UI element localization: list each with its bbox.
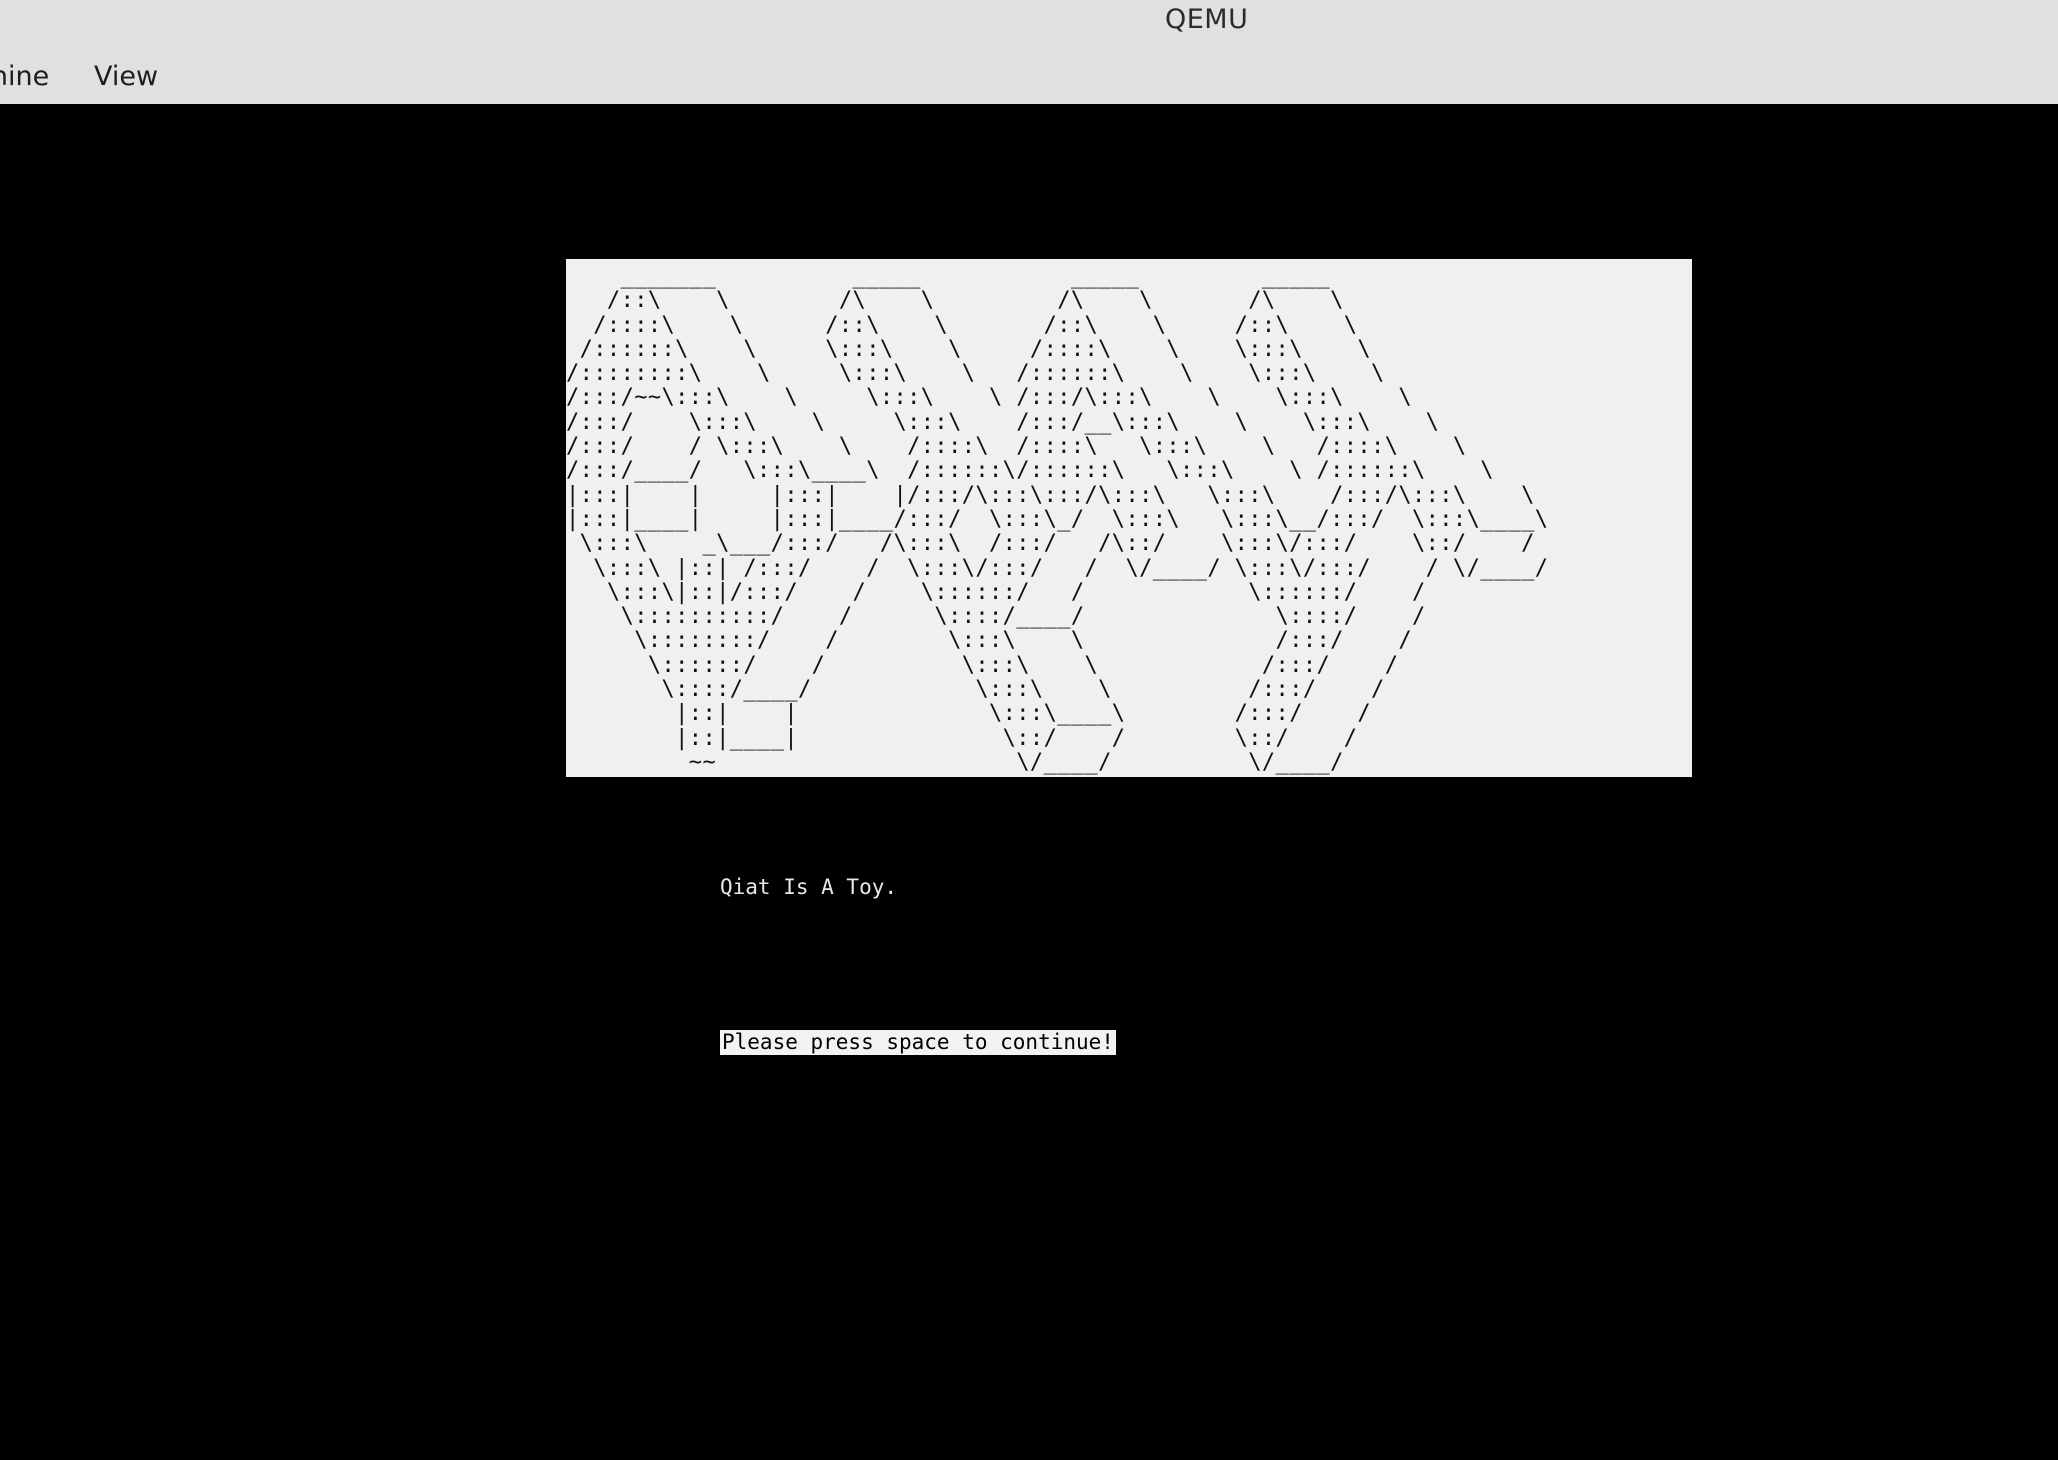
menu-machine[interactable]: chine [0,61,49,92]
continue-prompt: Please press space to continue! [720,1030,1116,1055]
tagline-text: Qiat Is A Toy. [720,875,898,899]
title-bar: QEMU chine View [0,0,2058,105]
ascii-banner: _______ _____ _____ _____ /::\ \ /\ \ /\… [566,259,1692,777]
menu-view[interactable]: View [94,61,158,92]
vm-display[interactable]: _______ _____ _____ _____ /::\ \ /\ \ /\… [0,104,2058,1460]
qemu-window: QEMU chine View _______ _____ _____ ____… [0,0,2058,1460]
ascii-art: _______ _____ _____ _____ /::\ \ /\ \ /\… [566,264,1549,775]
window-title: QEMU [1165,4,1249,35]
